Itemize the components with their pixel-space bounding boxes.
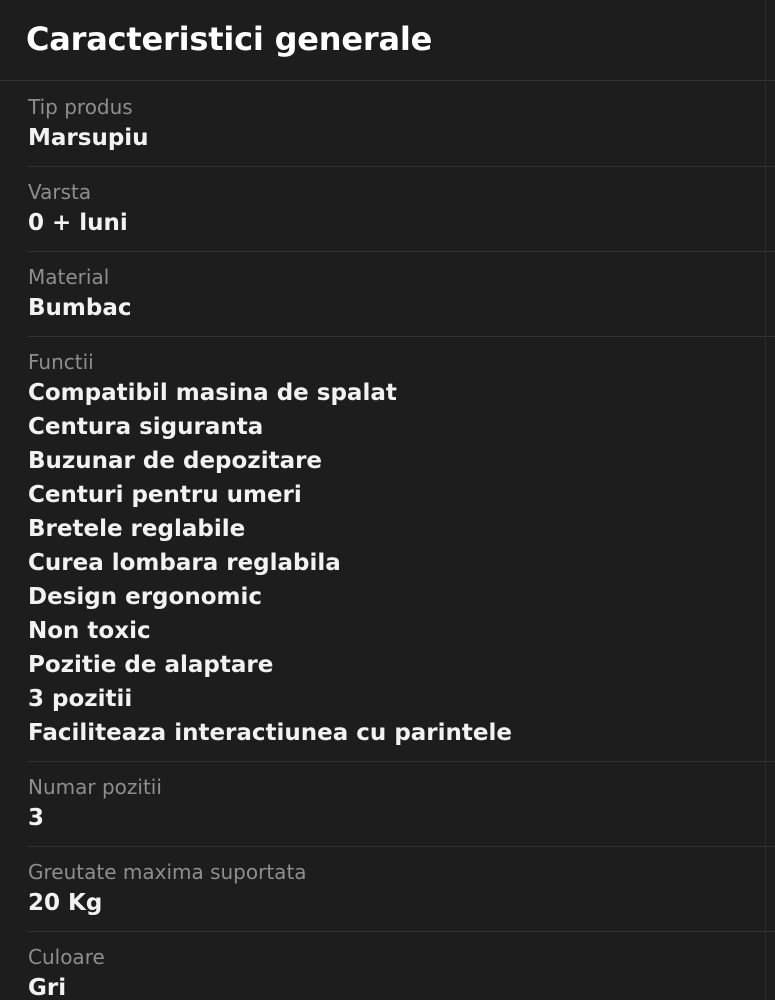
spec-value-group: Gri	[28, 971, 749, 1000]
page-title: Caracteristici generale	[26, 20, 433, 59]
spec-label: Culoare	[28, 945, 105, 969]
spec-row: Tip produs Marsupiu	[0, 81, 775, 166]
spec-value-group: 0 + luni	[28, 206, 749, 240]
spec-value: 3	[28, 805, 45, 831]
spec-value: Bumbac	[28, 295, 132, 321]
spec-value: Centuri pentru umeri	[28, 482, 302, 508]
spec-row: Material Bumbac	[0, 251, 775, 336]
spec-value-group: Compatibil masina de spalat Centura sigur…	[28, 376, 749, 750]
specifications-list: Tip produs Marsupiu Varsta 0 + luni Material…	[0, 81, 775, 1000]
spec-value: 20 Kg	[28, 890, 103, 916]
spec-value: Faciliteaza interactiunea cu parintele	[28, 720, 512, 746]
spec-value-group: 20 Kg	[28, 886, 749, 920]
spec-value: Bretele reglabile	[28, 516, 246, 542]
spec-value: Curea lombara reglabila	[28, 550, 341, 576]
spec-row: Functii Compatibil masina de spalat Centur…	[0, 336, 775, 761]
spec-value-group: Marsupiu	[28, 121, 749, 155]
spec-row: Varsta 0 + luni	[0, 166, 775, 251]
spec-value: Design ergonomic	[28, 584, 262, 610]
spec-label: Material	[28, 265, 110, 289]
spec-label: Greutate maxima suportata	[28, 860, 307, 884]
spec-label: Tip produs	[28, 95, 133, 119]
spec-value: Marsupiu	[28, 125, 149, 151]
spec-label: Functii	[28, 350, 94, 374]
specifications-panel: Caracteristici generale Tip produs Marsup…	[0, 0, 775, 1000]
spec-label: Varsta	[28, 180, 92, 204]
spec-value-group: 3	[28, 801, 749, 835]
spec-value: Centura siguranta	[28, 414, 264, 440]
spec-row: Numar pozitii 3	[0, 761, 775, 846]
spec-value: Compatibil masina de spalat	[28, 380, 397, 406]
spec-value: Pozitie de alaptare	[28, 652, 274, 678]
spec-row: Greutate maxima suportata 20 Kg	[0, 846, 775, 931]
spec-value: 3 pozitii	[28, 686, 133, 712]
panel-header: Caracteristici generale	[0, 0, 775, 81]
spec-value: 0 + luni	[28, 210, 128, 236]
spec-label: Numar pozitii	[28, 775, 162, 799]
scrollbar-track[interactable]	[765, 0, 766, 1000]
spec-value: Gri	[28, 975, 67, 1000]
spec-value: Non toxic	[28, 618, 151, 644]
spec-value: Buzunar de depozitare	[28, 448, 323, 474]
spec-value-group: Bumbac	[28, 291, 749, 325]
spec-row: Culoare Gri	[0, 931, 775, 1000]
